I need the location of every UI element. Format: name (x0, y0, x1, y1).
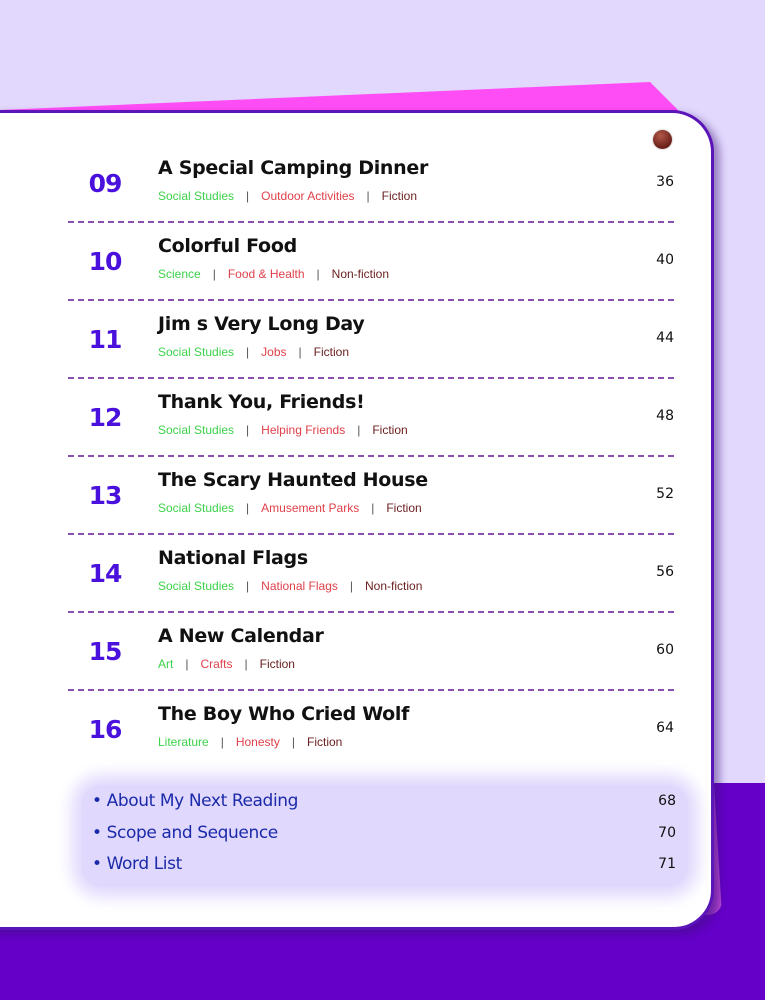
appendix-item[interactable]: • Scope and Sequence 70 (82, 817, 688, 849)
genre-tag: Non-fiction (331, 267, 390, 281)
lesson-title[interactable]: A New Calendar (158, 625, 324, 647)
page-number: 52 (656, 486, 674, 502)
tag-separator: | (349, 579, 354, 593)
toc-entry[interactable]: 11 Jim s Very Long Day Social Studies | Jo… (68, 301, 674, 379)
toc-entry[interactable]: 10 Colorful Food Science | Food & Health | N… (68, 223, 674, 301)
genre-tag: Non-fiction (365, 579, 423, 593)
genre-tag: Fiction (386, 501, 422, 515)
lesson-tags: Social Studies | Helping Friends | Fiction (158, 423, 408, 437)
lesson-number: 13 (88, 481, 123, 510)
lesson-tags: Literature | Honesty | Fiction (158, 735, 342, 749)
genre-tag: Fiction (306, 735, 343, 749)
subject-tag: Social Studies (158, 423, 235, 437)
lesson-tags: Social Studies | National Flags | Non-fictio… (158, 579, 422, 593)
lesson-number: 09 (88, 169, 123, 198)
toc-entry[interactable]: 09 A Special Camping Dinner Social Studi… (68, 145, 674, 223)
page-number: 64 (656, 720, 674, 736)
appendix-label[interactable]: • Scope and Sequence (92, 823, 278, 843)
lesson-number: 11 (88, 325, 123, 354)
tag-separator: | (246, 345, 250, 359)
lesson-tags: Science | Food & Health | Non-fiction (158, 267, 389, 281)
toc-entry[interactable]: 16 The Boy Who Cried Wolf Literature | Hon… (68, 691, 674, 769)
toc-entry[interactable]: 14 National Flags Social Studies | Nationa… (68, 535, 674, 613)
lesson-number: 16 (88, 715, 123, 744)
lesson-tags: Social Studies | Outdoor Activities | Fictio… (158, 189, 417, 203)
page-number: 48 (656, 408, 674, 424)
tag-separator: | (246, 501, 250, 515)
page-number: 71 (658, 856, 676, 872)
lesson-title[interactable]: National Flags (158, 547, 308, 569)
appendix-item[interactable]: • Word List 71 (82, 848, 688, 880)
lesson-tags: Art | Crafts | Fiction (158, 657, 295, 671)
tag-separator: | (246, 423, 250, 437)
tag-separator: | (291, 735, 295, 749)
appendix-item[interactable]: • About My Next Reading 68 (82, 785, 688, 817)
genre-tag: Fiction (372, 423, 408, 437)
topic-tag: Crafts (200, 657, 233, 671)
lesson-title[interactable]: Thank You, Friends! (158, 391, 365, 413)
page-number: 70 (658, 824, 676, 841)
tag-separator: | (316, 267, 320, 281)
topic-tag: Honesty (235, 735, 280, 749)
subject-tag: Social Studies (158, 345, 235, 359)
lesson-title[interactable]: The Scary Haunted House (158, 469, 428, 491)
topic-tag: National Flags (261, 579, 338, 593)
subject-tag: Art (158, 657, 174, 671)
toc-entry[interactable]: 12 Thank You, Friends! Social Studies | He… (68, 379, 674, 457)
appendix-section: • About My Next Reading 68 • Scope and S… (82, 785, 688, 887)
lesson-tags: Social Studies | Amusement Parks | Fiction (158, 501, 422, 515)
tag-separator: | (220, 735, 224, 749)
page-number: 68 (658, 793, 676, 809)
tag-separator: | (246, 189, 250, 203)
page-number: 56 (656, 564, 674, 580)
tag-separator: | (298, 345, 302, 359)
tag-separator: | (357, 423, 361, 437)
tag-separator: | (246, 579, 250, 593)
page-number: 40 (656, 252, 674, 268)
lesson-tags: Social Studies | Jobs | Fiction (158, 345, 349, 359)
subject-tag: Social Studies (158, 189, 235, 203)
genre-tag: Fiction (381, 189, 418, 203)
subject-tag: Social Studies (158, 501, 235, 515)
lesson-number: 14 (88, 559, 123, 588)
table-of-contents: 09 A Special Camping Dinner Social Studi… (68, 145, 674, 769)
topic-tag: Jobs (261, 345, 287, 359)
appendix-label[interactable]: • About My Next Reading (92, 791, 298, 811)
appendix-label[interactable]: • Word List (92, 854, 182, 874)
subject-tag: Science (158, 267, 201, 281)
tag-separator: | (366, 189, 370, 203)
lesson-number: 15 (88, 637, 123, 666)
page-number: 60 (656, 642, 674, 658)
genre-tag: Fiction (313, 345, 349, 359)
subject-tag: Social Studies (158, 579, 235, 593)
tag-separator: | (185, 657, 189, 671)
lesson-title[interactable]: Colorful Food (158, 235, 297, 257)
tag-separator: | (244, 657, 248, 671)
toc-entry[interactable]: 13 The Scary Haunted House Social Studie… (68, 457, 674, 535)
topic-tag: Helping Friends (261, 423, 346, 437)
page-number: 36 (656, 174, 674, 190)
lesson-number: 10 (88, 247, 123, 276)
tag-separator: | (371, 501, 375, 515)
lesson-title[interactable]: The Boy Who Cried Wolf (158, 703, 409, 725)
topic-tag: Food & Health (227, 267, 305, 281)
topic-tag: Amusement Parks (261, 501, 360, 515)
lesson-title[interactable]: A Special Camping Dinner (158, 157, 428, 179)
tag-separator: | (212, 267, 216, 281)
toc-entry[interactable]: 15 A New Calendar Art | Crafts | Fiction 60 (68, 613, 674, 691)
lesson-number: 12 (88, 403, 123, 432)
topic-tag: Outdoor Activities (261, 189, 355, 203)
page-number: 44 (656, 330, 674, 346)
genre-tag: Fiction (259, 657, 295, 671)
subject-tag: Literature (158, 735, 209, 749)
lesson-title[interactable]: Jim s Very Long Day (158, 313, 365, 335)
